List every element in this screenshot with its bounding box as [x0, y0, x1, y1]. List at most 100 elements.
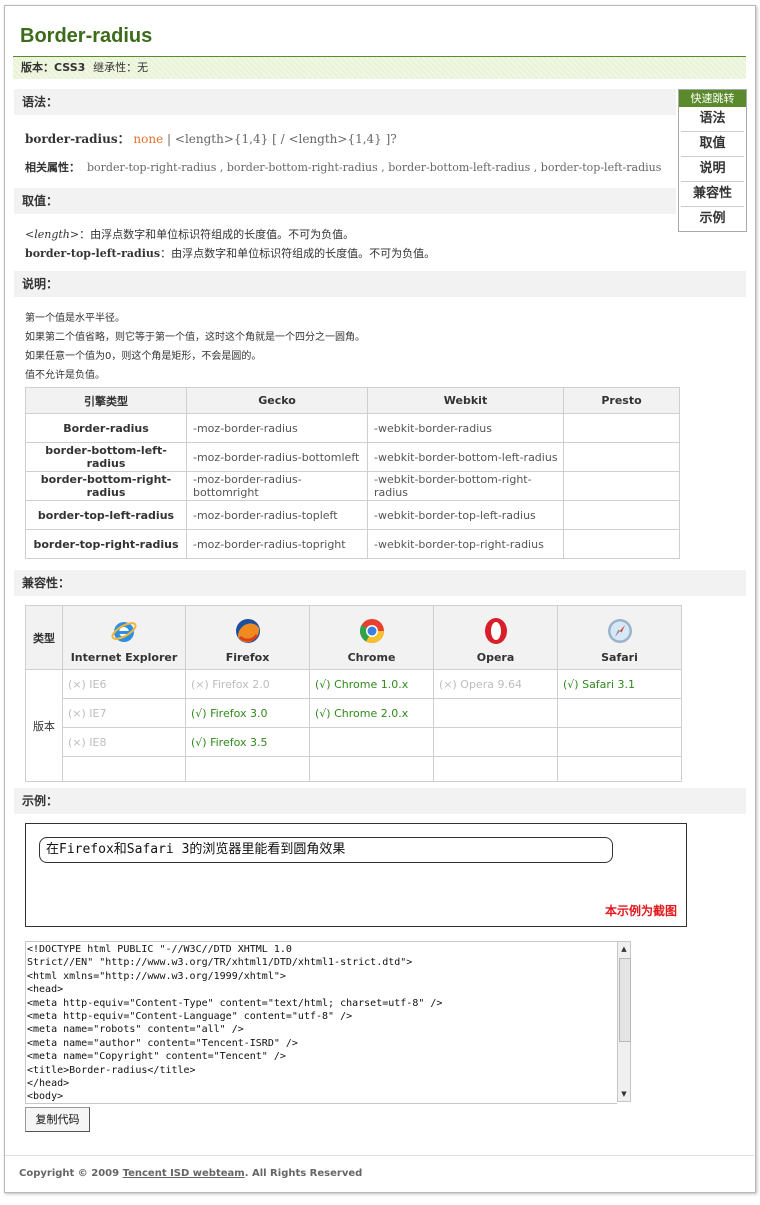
demo-screenshot-note: 本示例为截图: [604, 904, 677, 918]
table-cell: [557, 727, 682, 757]
browser-ie: Internet Explorer: [62, 605, 186, 670]
table-row: border-top-right-radius -moz-border-radi…: [25, 529, 680, 559]
browser-name: Firefox: [225, 651, 270, 664]
table-cell: [62, 756, 186, 782]
scroll-up-icon[interactable]: ▲: [618, 943, 630, 955]
table-cell: [309, 756, 434, 782]
version-label: 版本：: [21, 61, 54, 74]
firefox-icon: [235, 619, 260, 643]
section-values-heading: 取值：: [14, 188, 676, 214]
browser-name: Opera: [476, 651, 515, 664]
table-cell: Border-radius: [25, 413, 187, 443]
quick-nav-header: 快速跳转: [679, 90, 746, 107]
related-label: 相关属性：: [25, 161, 80, 174]
syntax-none: none: [133, 132, 164, 146]
section-syntax-heading: 语法：: [14, 89, 676, 115]
compat-version-label: 版本: [25, 669, 63, 782]
table-cell: (√) Chrome 2.0.x: [309, 698, 434, 728]
table-row: border-bottom-left-radius -moz-border-ra…: [25, 442, 680, 472]
inherit-value: 无: [137, 61, 149, 74]
safari-icon: [607, 619, 632, 643]
table-row: border-bottom-right-radius -moz-border-r…: [25, 471, 680, 501]
table-cell: border-top-right-radius: [25, 529, 187, 559]
table-cell: [185, 756, 310, 782]
quick-nav-desc[interactable]: 说明: [681, 156, 744, 181]
table-cell: -webkit-border-bottom-left-radius: [367, 442, 564, 472]
syntax-sep: |: [167, 132, 172, 146]
quick-nav-syntax[interactable]: 语法: [681, 107, 744, 131]
table-cell: (×) IE7: [62, 698, 186, 728]
table-cell: -webkit-border-top-right-radius: [367, 529, 564, 559]
quick-nav-compat[interactable]: 兼容性: [681, 181, 744, 206]
chrome-icon: [359, 619, 384, 644]
section-desc-heading: 说明：: [14, 271, 746, 297]
table-cell: border-top-left-radius: [25, 500, 187, 530]
table-row: border-top-left-radius -moz-border-radiu…: [25, 500, 680, 530]
inherit-label: 继承性：: [93, 61, 138, 74]
table-cell: [563, 413, 680, 443]
quick-nav: 快速跳转 语法 取值 说明 兼容性 示例: [678, 89, 747, 232]
quick-nav-values[interactable]: 取值: [681, 131, 744, 156]
quick-nav-example[interactable]: 示例: [681, 206, 744, 231]
value-top-left-key: border-top-left-radius: [25, 247, 161, 260]
related-properties: 相关属性： border-top-right-radius , border-b…: [25, 159, 661, 175]
table-cell: (×) IE6: [62, 669, 186, 699]
engine-header: Presto: [563, 387, 680, 414]
table-cell: [433, 727, 558, 757]
syntax-prop: border-radius：: [25, 132, 130, 146]
footer-suffix: . All Rights Reserved: [244, 1168, 363, 1179]
desc-line: 第一个值是水平半径。: [25, 313, 125, 324]
engine-table: 引擎类型 Gecko Webkit Presto Border-radius -…: [25, 387, 680, 559]
table-cell: [557, 756, 682, 782]
value-length-text: ：由浮点数字和单位标识符组成的长度值。不可为负值。: [79, 228, 355, 241]
table-cell: (×) IE8: [62, 727, 186, 757]
engine-header: Gecko: [186, 387, 368, 414]
table-row: (×) IE8 (√) Firefox 3.5: [26, 727, 682, 757]
table-cell: border-bottom-right-radius: [25, 471, 187, 501]
table-row: 版本 (×) IE6 (×) Firefox 2.0 (√) Chrome 1.…: [25, 669, 682, 782]
desc-line: 值不允许是负值。: [25, 370, 105, 381]
table-cell: [309, 727, 434, 757]
table-cell: -moz-border-radius-bottomleft: [186, 442, 368, 472]
engine-header: Webkit: [367, 387, 564, 414]
table-cell: (√) Firefox 3.5: [185, 727, 310, 757]
version-value: CSS3: [54, 61, 86, 74]
value-length: <length>：由浮点数字和单位标识符组成的长度值。不可为负值。: [25, 226, 354, 242]
browser-name: Safari: [601, 651, 638, 664]
browser-safari: Safari: [557, 605, 682, 670]
scroll-down-icon[interactable]: ▼: [618, 1088, 630, 1100]
table-cell: [433, 698, 558, 728]
table-row: (×) IE7 (√) Firefox 3.0 (√) Chrome 2.0.x: [26, 698, 682, 728]
version-bar: 版本：CSS3 继承性：无: [13, 56, 746, 79]
syntax-line: border-radius： none | <length>{1,4} [ / …: [25, 130, 397, 147]
table-cell: -webkit-border-radius: [367, 413, 564, 443]
table-cell: [563, 529, 680, 559]
browser-name: Internet Explorer: [70, 651, 178, 664]
footer-prefix: Copyright © 2009: [19, 1168, 123, 1179]
code-scrollbar[interactable]: ▲ ▼: [617, 941, 631, 1102]
footer-link[interactable]: Tencent ISD webteam: [123, 1168, 245, 1179]
compat-type-label: 类型: [25, 605, 63, 670]
table-cell: [557, 698, 682, 728]
table-cell: -webkit-border-top-left-radius: [367, 500, 564, 530]
desc-line: 如果任意一个值为0，则这个角是矩形，不会是圆的。: [25, 351, 262, 362]
demo-rounded-box: 在Firefox和Safari 3的浏览器里能看到圆角效果: [39, 837, 613, 863]
opera-icon: [484, 618, 507, 644]
section-compat-heading: 兼容性：: [14, 570, 746, 596]
table-cell: (√) Firefox 3.0: [185, 698, 310, 728]
table-cell: [563, 442, 680, 472]
engine-header: 引擎类型: [25, 387, 187, 414]
table-cell: -webkit-border-bottom-right-radius: [367, 471, 564, 501]
ie-icon: [111, 622, 137, 642]
code-textarea[interactable]: <!DOCTYPE html PUBLIC "-//W3C//DTD XHTML…: [25, 941, 617, 1104]
value-top-left: border-top-left-radius：由浮点数字和单位标识符组成的长度值…: [25, 245, 435, 261]
table-cell: -moz-border-radius: [186, 413, 368, 443]
value-length-key: <length>: [25, 228, 80, 241]
compat-table: 类型 Internet Explorer Firefox Chrome Oper…: [25, 605, 682, 782]
scroll-thumb[interactable]: [619, 958, 631, 1042]
section-example-heading: 示例：: [14, 788, 746, 814]
copy-code-button[interactable]: 复制代码: [25, 1107, 90, 1132]
browser-name: Chrome: [347, 651, 396, 664]
related-list: border-top-right-radius , border-bottom-…: [87, 161, 662, 174]
table-cell: -moz-border-radius-topleft: [186, 500, 368, 530]
